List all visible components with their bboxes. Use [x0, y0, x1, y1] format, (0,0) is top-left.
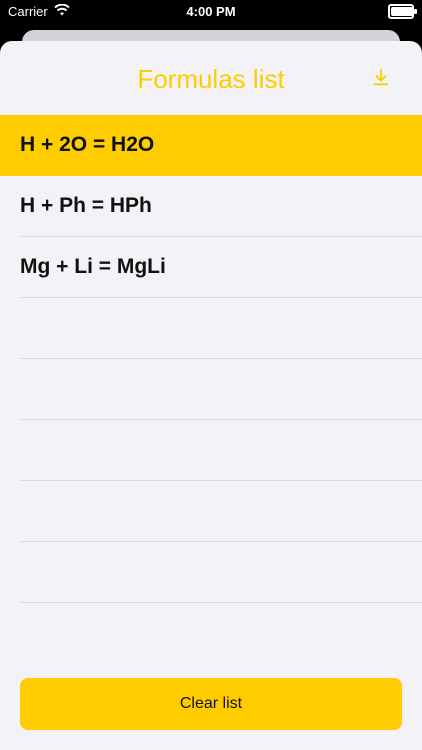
empty-row	[0, 359, 422, 420]
formulas-sheet: Formulas list H + 2O = H2O H + Ph = HPh …	[0, 41, 422, 750]
formula-row[interactable]: Mg + Li = MgLi	[0, 237, 422, 298]
empty-row	[0, 542, 422, 603]
status-time: 4:00 PM	[186, 4, 236, 19]
page-title: Formulas list	[137, 64, 285, 94]
status-bar: Carrier 4:00 PM	[0, 0, 422, 24]
clear-list-button[interactable]: Clear list	[20, 678, 402, 730]
formula-label: H + Ph = HPh	[20, 194, 152, 217]
formula-label: Mg + Li = MgLi	[20, 255, 166, 278]
empty-row	[0, 298, 422, 359]
empty-row	[0, 420, 422, 481]
formula-label: H + 2O = H2O	[20, 133, 155, 156]
empty-row	[0, 481, 422, 542]
status-right	[388, 4, 417, 19]
formula-row[interactable]: H + Ph = HPh	[0, 176, 422, 237]
row-separator	[20, 602, 422, 603]
formulas-list: H + 2O = H2O H + Ph = HPh Mg + Li = MgLi	[0, 115, 422, 603]
formula-row[interactable]: H + 2O = H2O	[0, 115, 422, 176]
download-icon[interactable]	[370, 66, 392, 88]
battery-icon	[388, 4, 417, 19]
